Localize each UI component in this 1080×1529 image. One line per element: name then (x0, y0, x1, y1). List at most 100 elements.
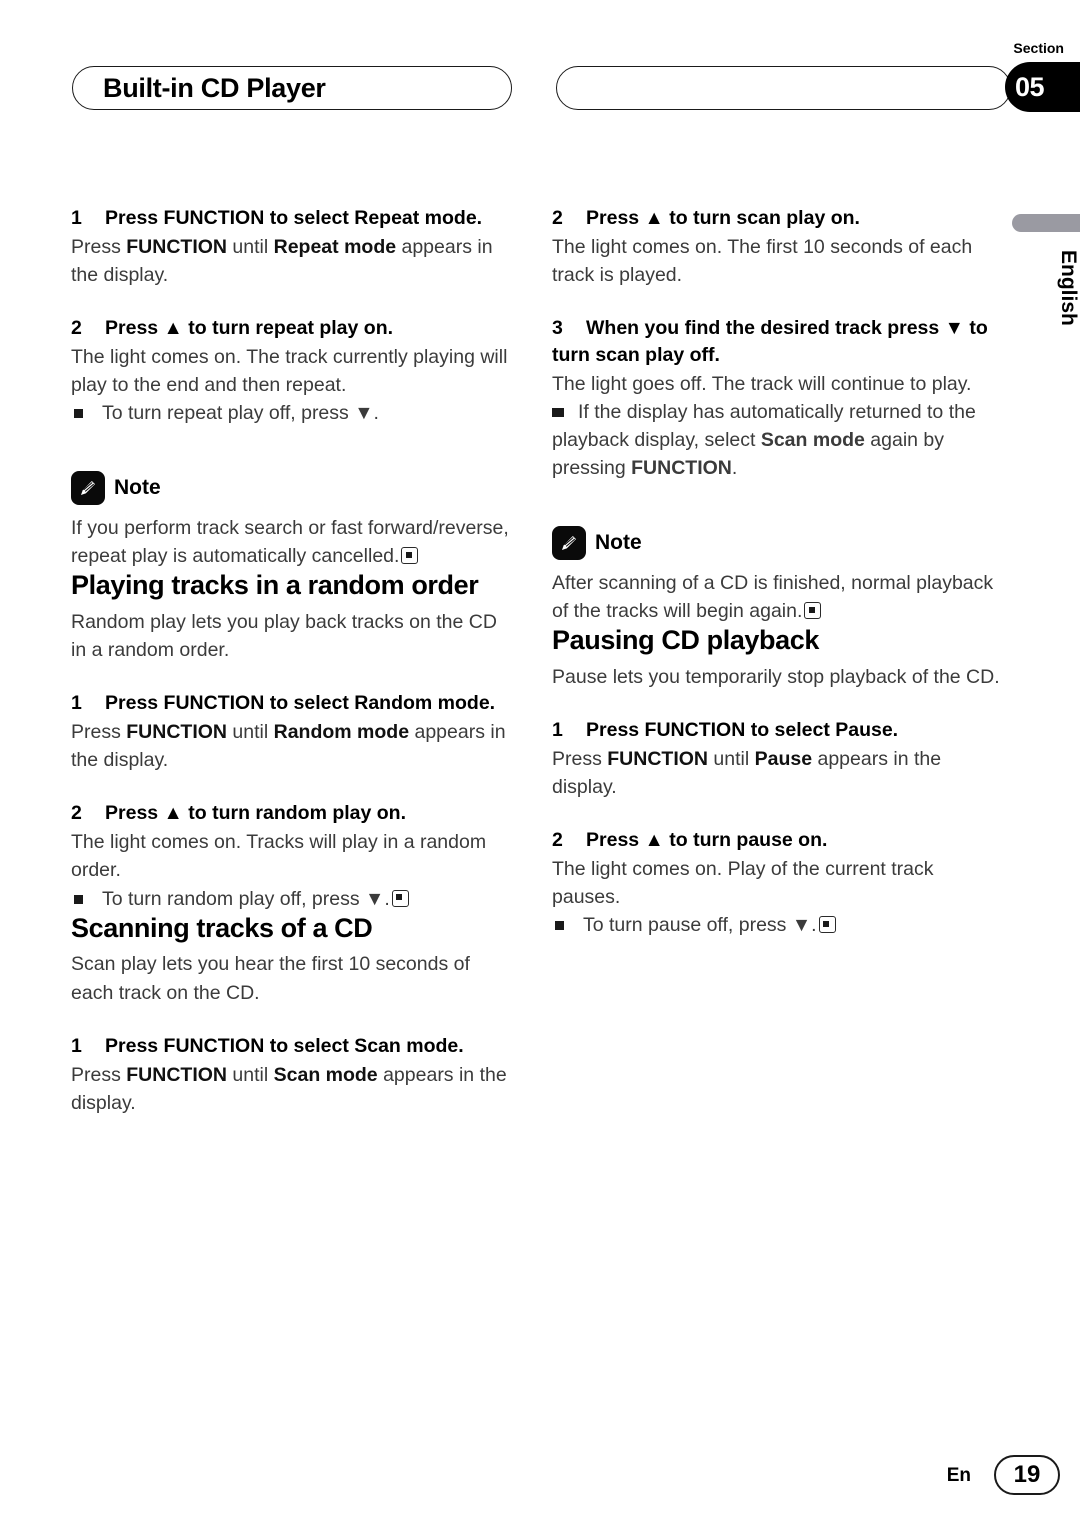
text-run: Press (71, 1063, 127, 1086)
step-number: 1 (71, 1034, 82, 1057)
step-heading: 1 Press FUNCTION to select Pause. (552, 717, 1007, 744)
emphasis-mode: Scan mode (760, 429, 865, 452)
step-pause-1: 1 Press FUNCTION to select Pause. Press F… (552, 717, 1007, 801)
step-scan-2: 2 Press ▲ to turn scan play on. The light… (552, 205, 1007, 289)
text-run: To turn random play off, press ▼. (102, 887, 390, 910)
text-run: Press (71, 721, 127, 744)
step-scan-1: 1 Press FUNCTION to select Scan mode. Pre… (71, 1033, 515, 1117)
step-scan-3: 3 When you find the desired track press ▼… (552, 315, 1007, 482)
note-text: If you perform track search or fast forw… (71, 514, 515, 570)
step-pause-2: 2 Press ▲ to turn pause on. The light com… (552, 827, 1007, 939)
heading-random-order: Playing tracks in a random order (71, 570, 479, 601)
step-number: 1 (552, 719, 563, 742)
emphasis-function: FUNCTION (126, 1063, 228, 1086)
step-heading: 2 Press ▲ to turn scan play on. (552, 205, 1007, 232)
note-block-scan: Note After scanning of a CD is finished,… (552, 526, 1007, 625)
step-heading: 2 Press ▲ to turn random play on. (71, 800, 515, 827)
step-body: Press FUNCTION until Repeat mode appears… (71, 233, 515, 289)
emphasis-function: FUNCTION (631, 457, 732, 480)
step-number: 2 (71, 317, 82, 340)
end-of-section-marker-icon (391, 889, 409, 907)
step-random-1: 1 Press FUNCTION to select Random mode. P… (71, 690, 515, 774)
right-column: 2 Press ▲ to turn scan play on. The light… (552, 205, 1007, 939)
text-run: until (227, 235, 274, 258)
heading-pausing-playback: Pausing CD playback (552, 625, 819, 656)
section-badge: 05 (1005, 62, 1080, 112)
left-column: 1 Press FUNCTION to select Repeat mode. P… (71, 205, 515, 1117)
step-number: 2 (71, 802, 82, 825)
step-number: 2 (552, 207, 563, 229)
step-body: Press FUNCTION until Random mode appears… (71, 718, 515, 774)
footer-language-code: En (946, 1465, 971, 1486)
page-title: Built-in CD Player (103, 72, 326, 103)
step-heading: 1 Press FUNCTION to select Repeat mode. (71, 205, 515, 232)
emphasis-mode: Repeat mode (273, 235, 397, 258)
section-label: Section (1013, 40, 1064, 56)
emphasis-mode: Pause (754, 748, 813, 771)
page-number: 19 (1013, 1461, 1041, 1488)
scan-intro-text: Scan play lets you hear the first 10 sec… (71, 953, 470, 1004)
emphasis-mode: Scan mode (273, 1063, 378, 1086)
page-header: Built-in CD Player Section 05 (0, 0, 1080, 150)
step-repeat-2: 2 Press ▲ to turn repeat play on. The lig… (71, 315, 515, 427)
note-header: Note (71, 471, 515, 506)
step-body: The light comes on. Play of the current … (552, 858, 934, 909)
bullet-item: To turn pause off, press ▼. (552, 911, 1007, 939)
text-run: Press (552, 748, 608, 771)
step-heading-text: Press ▲ to turn repeat play on. (105, 317, 394, 340)
text-run: To turn pause off, press ▼. (583, 914, 817, 937)
emphasis-function: FUNCTION (607, 748, 709, 771)
page-number-badge: 19 (994, 1455, 1060, 1495)
note-label: Note (595, 531, 642, 555)
section-number: 05 (1015, 71, 1045, 102)
step-body: The light comes on. The track currently … (71, 345, 508, 397)
end-of-section-marker-icon (401, 547, 419, 565)
side-tab-bar (1012, 214, 1080, 232)
header-secondary-box (556, 66, 1011, 110)
text-run: until (227, 1063, 274, 1086)
text-run: Press (71, 235, 127, 258)
step-body: The light comes on. The first 10 seconds… (552, 235, 973, 286)
pause-intro-text: Pause lets you temporarily stop playback… (552, 666, 1000, 689)
bullet-item: To turn random play off, press ▼. (71, 885, 515, 913)
end-of-section-marker-icon (818, 916, 836, 934)
step-body: The light goes off. The track will conti… (552, 372, 972, 395)
step-heading-text: Press FUNCTION to select Repeat mode. (105, 207, 483, 229)
step-body: Press FUNCTION until Scan mode appears i… (71, 1061, 515, 1117)
step-heading: 2 Press ▲ to turn pause on. (552, 827, 1007, 854)
step-heading-text: Press FUNCTION to select Pause. (586, 719, 899, 742)
step-body: The light comes on. Tracks will play in … (71, 831, 487, 882)
heading-scanning-tracks: Scanning tracks of a CD (71, 912, 373, 943)
step-heading-text: When you find the desired track press ▼ … (552, 317, 988, 366)
step-number: 1 (71, 207, 82, 229)
step-heading: 1 Press FUNCTION to select Scan mode. (71, 1033, 515, 1060)
step-heading-text: Press ▲ to turn pause on. (586, 829, 828, 852)
random-intro-text: Random play lets you play back tracks on… (71, 611, 497, 662)
step-number: 3 (552, 317, 563, 340)
bullet-item: If the display has automatically returne… (552, 398, 1007, 482)
note-label: Note (114, 476, 161, 500)
manual-page: Built-in CD Player Section 05 English 1P… (0, 0, 1080, 1529)
text-run: until (227, 721, 274, 744)
step-heading-text: Press ▲ to turn random play on. (105, 802, 407, 825)
step-number: 2 (552, 829, 563, 852)
chapter-title-box: Built-in CD Player (72, 66, 512, 110)
step-heading: 2 Press ▲ to turn repeat play on. (71, 315, 515, 342)
step-heading: 1 Press FUNCTION to select Random mode. (71, 690, 515, 717)
note-block-repeat: Note If you perform track search or fast… (71, 471, 515, 570)
text-run: After scanning of a CD is finished, norm… (552, 572, 994, 623)
step-number: 1 (71, 692, 82, 715)
emphasis-function: FUNCTION (126, 235, 228, 258)
text-run: until (708, 748, 755, 771)
pencil-icon (71, 471, 105, 506)
step-heading-text: Press FUNCTION to select Random mode. (105, 692, 496, 715)
step-heading-text: Press ▲ to turn scan play on. (586, 207, 860, 229)
note-header: Note (552, 526, 1007, 561)
step-repeat-1: 1 Press FUNCTION to select Repeat mode. P… (71, 205, 515, 289)
pencil-icon (552, 526, 586, 561)
text-run: . (731, 457, 738, 480)
bullet-item: To turn repeat play off, press ▼. (71, 399, 515, 427)
step-heading: 3 When you find the desired track press ▼… (552, 315, 1007, 369)
side-tab-language-label: English (1057, 250, 1080, 326)
bullet-marker-icon (552, 407, 561, 417)
